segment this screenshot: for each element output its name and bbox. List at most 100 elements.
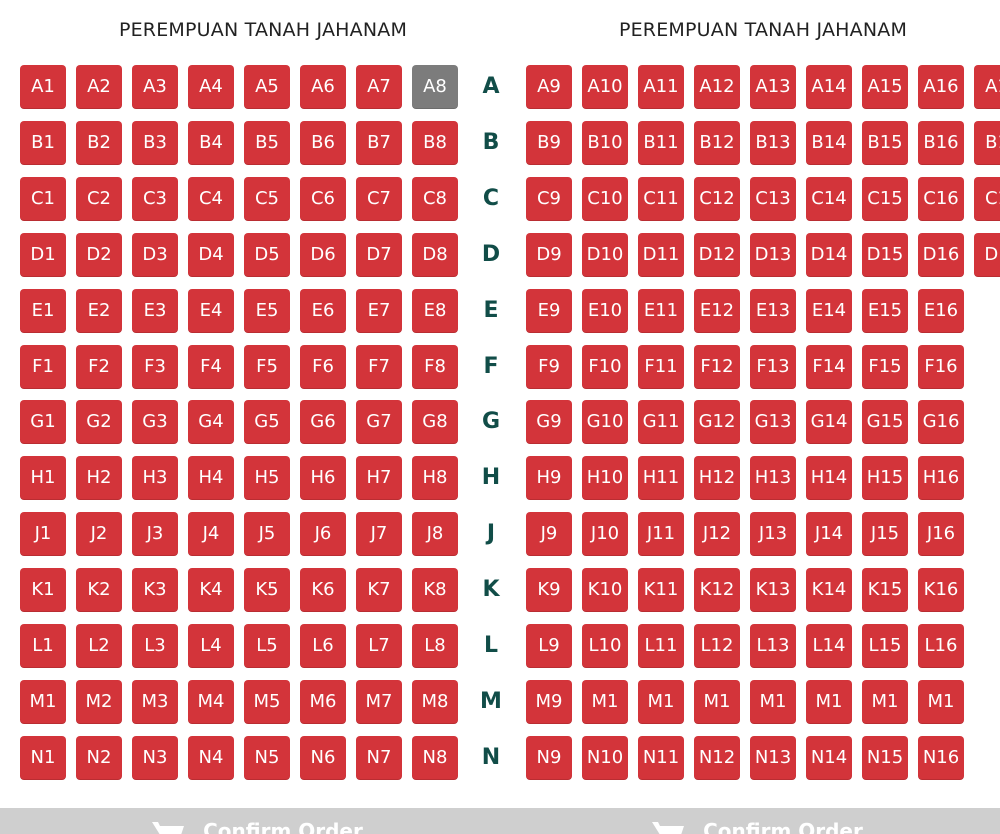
seat-f12[interactable]: F12 xyxy=(694,345,740,389)
seat-k6[interactable]: K6 xyxy=(300,568,346,612)
seat-f5[interactable]: F5 xyxy=(244,345,290,389)
seat-l3[interactable]: L3 xyxy=(132,624,178,668)
seat-k9[interactable]: K9 xyxy=(526,568,572,612)
seat-g13[interactable]: G13 xyxy=(750,400,796,444)
seat-k11[interactable]: K11 xyxy=(638,568,684,612)
seat-d3[interactable]: D3 xyxy=(132,233,178,277)
seat-m4[interactable]: M4 xyxy=(188,680,234,724)
seat-l1[interactable]: L1 xyxy=(20,624,66,668)
seat-e16[interactable]: E16 xyxy=(918,289,964,333)
seat-l15[interactable]: L15 xyxy=(862,624,908,668)
seat-e4[interactable]: E4 xyxy=(188,289,234,333)
seat-e9[interactable]: E9 xyxy=(526,289,572,333)
seat-h14[interactable]: H14 xyxy=(806,456,852,500)
seat-d9[interactable]: D9 xyxy=(526,233,572,277)
seat-f6[interactable]: F6 xyxy=(300,345,346,389)
seat-e1[interactable]: E1 xyxy=(20,289,66,333)
seat-l7[interactable]: L7 xyxy=(356,624,402,668)
seat-m1[interactable]: M1 xyxy=(694,680,740,724)
seat-m1[interactable]: M1 xyxy=(918,680,964,724)
seat-c4[interactable]: C4 xyxy=(188,177,234,221)
seat-e3[interactable]: E3 xyxy=(132,289,178,333)
seat-d1[interactable]: D1 xyxy=(20,233,66,277)
seat-e7[interactable]: E7 xyxy=(356,289,402,333)
seat-d12[interactable]: D12 xyxy=(694,233,740,277)
seat-n3[interactable]: N3 xyxy=(132,736,178,780)
seat-b13[interactable]: B13 xyxy=(750,121,796,165)
seat-l8[interactable]: L8 xyxy=(412,624,458,668)
confirm-order-button-left[interactable]: Confirm Order xyxy=(0,808,500,834)
seat-j8[interactable]: J8 xyxy=(412,512,458,556)
seat-m1[interactable]: M1 xyxy=(862,680,908,724)
seat-c6[interactable]: C6 xyxy=(300,177,346,221)
seat-d5[interactable]: D5 xyxy=(244,233,290,277)
seat-a5[interactable]: A5 xyxy=(244,65,290,109)
seat-h4[interactable]: H4 xyxy=(188,456,234,500)
seat-c12[interactable]: C12 xyxy=(694,177,740,221)
seat-h16[interactable]: H16 xyxy=(918,456,964,500)
seat-b15[interactable]: B15 xyxy=(862,121,908,165)
seat-l5[interactable]: L5 xyxy=(244,624,290,668)
seat-b2[interactable]: B2 xyxy=(76,121,122,165)
seat-a11[interactable]: A11 xyxy=(638,65,684,109)
seat-a16[interactable]: A16 xyxy=(918,65,964,109)
seat-d4[interactable]: D4 xyxy=(188,233,234,277)
seat-g1[interactable]: G1 xyxy=(20,400,66,444)
seat-g11[interactable]: G11 xyxy=(638,400,684,444)
seat-m5[interactable]: M5 xyxy=(244,680,290,724)
seat-l4[interactable]: L4 xyxy=(188,624,234,668)
seat-m1[interactable]: M1 xyxy=(638,680,684,724)
seat-n16[interactable]: N16 xyxy=(918,736,964,780)
seat-g15[interactable]: G15 xyxy=(862,400,908,444)
seat-h11[interactable]: H11 xyxy=(638,456,684,500)
seat-g3[interactable]: G3 xyxy=(132,400,178,444)
seat-c7[interactable]: C7 xyxy=(356,177,402,221)
seat-j10[interactable]: J10 xyxy=(582,512,628,556)
seat-c1[interactable]: C1 xyxy=(974,177,1000,221)
seat-j13[interactable]: J13 xyxy=(750,512,796,556)
seat-f1[interactable]: F1 xyxy=(20,345,66,389)
seat-k12[interactable]: K12 xyxy=(694,568,740,612)
seat-d13[interactable]: D13 xyxy=(750,233,796,277)
seat-d7[interactable]: D7 xyxy=(356,233,402,277)
seat-d6[interactable]: D6 xyxy=(300,233,346,277)
seat-g10[interactable]: G10 xyxy=(582,400,628,444)
seat-a7[interactable]: A7 xyxy=(356,65,402,109)
seat-m7[interactable]: M7 xyxy=(356,680,402,724)
seat-h10[interactable]: H10 xyxy=(582,456,628,500)
seat-g7[interactable]: G7 xyxy=(356,400,402,444)
seat-n13[interactable]: N13 xyxy=(750,736,796,780)
seat-m2[interactable]: M2 xyxy=(76,680,122,724)
seat-a14[interactable]: A14 xyxy=(806,65,852,109)
seat-e12[interactable]: E12 xyxy=(694,289,740,333)
seat-a12[interactable]: A12 xyxy=(694,65,740,109)
seat-f13[interactable]: F13 xyxy=(750,345,796,389)
seat-e5[interactable]: E5 xyxy=(244,289,290,333)
seat-k15[interactable]: K15 xyxy=(862,568,908,612)
seat-g14[interactable]: G14 xyxy=(806,400,852,444)
seat-c3[interactable]: C3 xyxy=(132,177,178,221)
seat-b7[interactable]: B7 xyxy=(356,121,402,165)
seat-f14[interactable]: F14 xyxy=(806,345,852,389)
seat-b5[interactable]: B5 xyxy=(244,121,290,165)
seat-b1[interactable]: B1 xyxy=(974,121,1000,165)
seat-k10[interactable]: K10 xyxy=(582,568,628,612)
seat-m1[interactable]: M1 xyxy=(582,680,628,724)
seat-n14[interactable]: N14 xyxy=(806,736,852,780)
seat-m1[interactable]: M1 xyxy=(806,680,852,724)
seat-n9[interactable]: N9 xyxy=(526,736,572,780)
seat-h13[interactable]: H13 xyxy=(750,456,796,500)
seat-e15[interactable]: E15 xyxy=(862,289,908,333)
seat-f16[interactable]: F16 xyxy=(918,345,964,389)
seat-l9[interactable]: L9 xyxy=(526,624,572,668)
seat-j4[interactable]: J4 xyxy=(188,512,234,556)
seat-h9[interactable]: H9 xyxy=(526,456,572,500)
seat-l13[interactable]: L13 xyxy=(750,624,796,668)
seat-a4[interactable]: A4 xyxy=(188,65,234,109)
seat-a2[interactable]: A2 xyxy=(76,65,122,109)
seat-h5[interactable]: H5 xyxy=(244,456,290,500)
seat-j15[interactable]: J15 xyxy=(862,512,908,556)
seat-n11[interactable]: N11 xyxy=(638,736,684,780)
seat-j3[interactable]: J3 xyxy=(132,512,178,556)
seat-j2[interactable]: J2 xyxy=(76,512,122,556)
